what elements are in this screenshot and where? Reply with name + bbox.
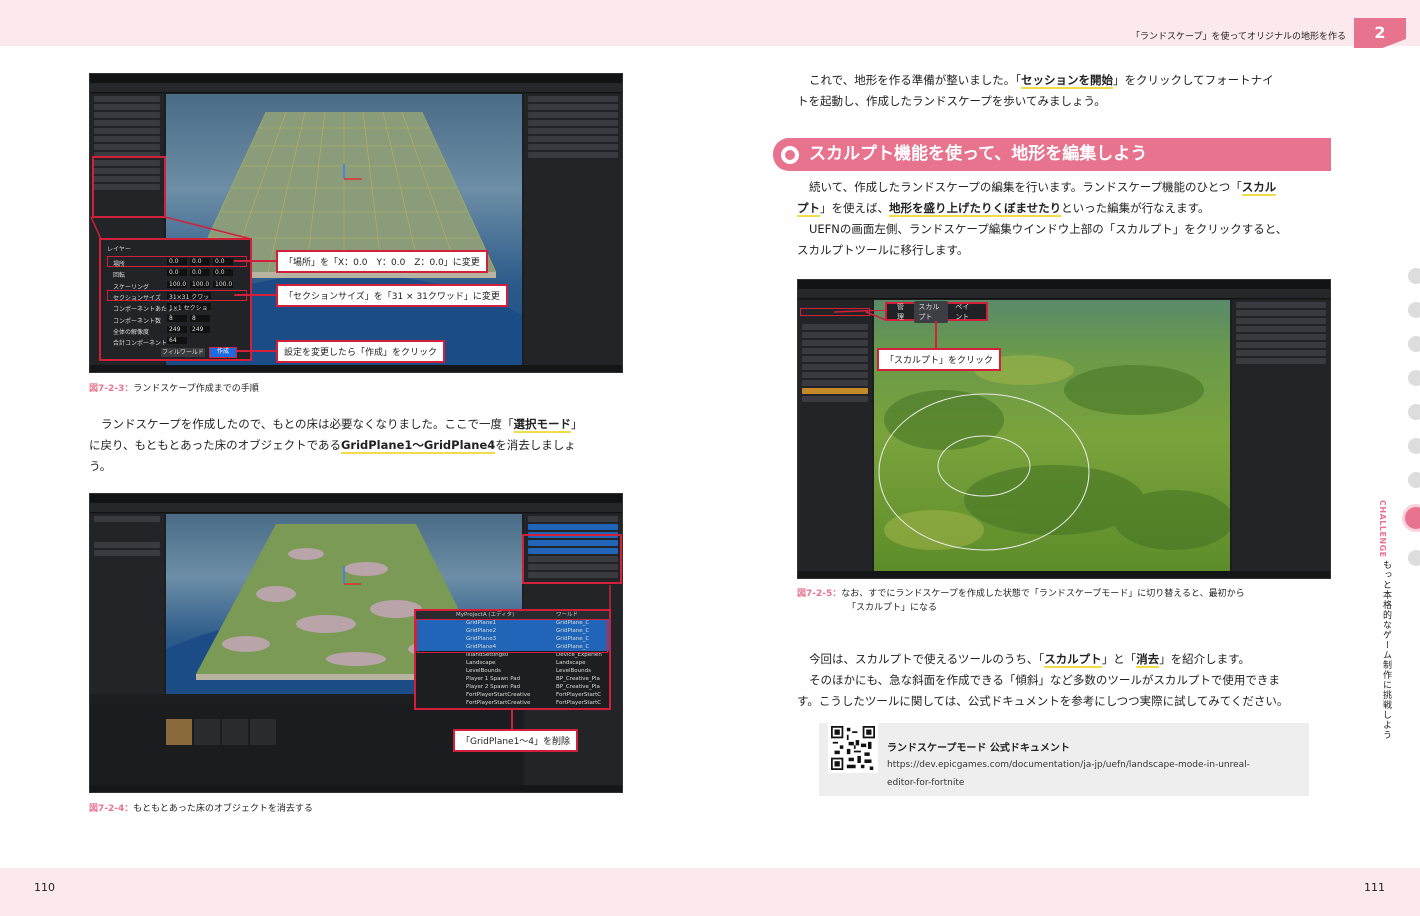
footer-band — [0, 868, 1420, 916]
section-size-label: セクションサイズ — [113, 295, 161, 302]
doc-url[interactable]: https://dev.epicgames.com/documentation/… — [887, 756, 1307, 792]
components-label: コンポーネント数 — [113, 318, 162, 325]
rotation-z[interactable]: 0.0 — [213, 269, 233, 276]
outliner-row-name: FortPlayerStartCreative — [466, 692, 531, 698]
bullet-circle-icon — [781, 146, 799, 164]
chapter-tab-active[interactable] — [1402, 504, 1420, 532]
components-x[interactable]: 8 — [167, 315, 187, 322]
outliner-row-type: FortPlayerStartC — [556, 692, 602, 698]
create-button[interactable]: 作成 — [209, 347, 237, 358]
page-number-left: 110 — [34, 881, 55, 894]
side-label-en: CHALLENGE — [1378, 500, 1387, 558]
outliner-col-type: ワールド — [556, 612, 579, 618]
place-actors-panel — [90, 514, 164, 694]
callout-location: 「場所」を「X：0.0 Y：0.0 Z：0.0」に変更 — [276, 250, 488, 273]
outliner-row-type: LevelBounds — [556, 668, 591, 674]
location-y[interactable]: 0.0 — [190, 258, 210, 265]
page-number-right: 111 — [1364, 881, 1385, 894]
caption-fig-7-2-4: 図7-2-4：もともとあった床のオブジェクトを消去する — [89, 804, 313, 814]
total-components-value: 64 — [167, 337, 187, 344]
outliner-panel — [1232, 300, 1330, 573]
zoomed-outliner: MyProjectA (エディタ) ワールド GridPlane1 GridPla… — [414, 609, 611, 710]
terrain-view — [878, 355, 1230, 551]
outliner-row[interactable]: FortPlayerStartCreative FortPlayerStartC — [416, 691, 609, 699]
outliner-row[interactable]: LevelBounds LevelBounds — [416, 667, 609, 675]
outliner-col-label: MyProjectA (エディタ) — [456, 612, 515, 618]
caption-fig-7-2-3: 図7-2-3：ランドスケープ作成までの手順 — [89, 384, 259, 394]
outliner-row-type: Landscape — [556, 660, 586, 666]
rotation-x[interactable]: 0.0 — [167, 269, 187, 276]
components-per-select[interactable]: 1×1 セクション — [167, 303, 211, 321]
paragraph-tools: 今回は、スカルプトで使えるツールのうち、「スカルプト」と「消去」を紹介します。 … — [797, 652, 1289, 708]
zoomed-layer-panel: レイヤー 場所 0.0 0.0 0.0 回転 0.0 0.0 0.0 スケーリン… — [99, 238, 252, 361]
rotation-label: 回転 — [113, 272, 126, 279]
outliner-row-name: LevelBounds — [466, 668, 501, 674]
section-heading: スカルプト機能を使って、地形を編集しよう — [773, 138, 1331, 171]
chapter-tab[interactable] — [1408, 472, 1420, 488]
outliner-row-name: Player 2 Spawn Pad — [466, 684, 521, 690]
qr-code-icon[interactable] — [828, 723, 878, 773]
chapter-title: 「ランドスケープ」を使ってオリジナルの地形を作る — [1130, 32, 1346, 42]
chapter-tab[interactable] — [1408, 268, 1420, 284]
chapter-tab[interactable] — [1408, 336, 1420, 352]
paragraph-sculpt-intro: 続いて、作成したランドスケープの編集を行います。ランドスケープ機能のひとつ「スカ… — [797, 180, 1288, 257]
callout-delete-gridplanes: 「GridPlane1〜4」を削除 — [453, 729, 579, 752]
outliner-row[interactable]: Landscape Landscape — [416, 659, 609, 667]
location-z[interactable]: 0.0 — [213, 258, 233, 265]
outliner-row-name: Landscape — [466, 660, 496, 666]
viewport — [874, 300, 1230, 573]
scale-x[interactable]: 100.0 — [167, 281, 187, 288]
scale-y[interactable]: 100.0 — [190, 281, 210, 288]
total-components-label: 合計コンポーネント — [113, 340, 168, 347]
chapter-tabs — [1402, 268, 1420, 584]
zoom-connector-lines — [90, 216, 252, 240]
outliner-row-type: BP_Creative_Pla — [556, 676, 600, 682]
outliner-row-type: FortPlayerStartC — [556, 700, 602, 706]
outliner-row-name: Player 1 Spawn Pad — [466, 676, 521, 682]
resolution-y: 249 — [190, 326, 210, 333]
outliner-panel — [524, 94, 622, 367]
outliner-row[interactable]: FortPlayerStartCreative FortPlayerStartC — [416, 699, 609, 707]
zoomed-mode-tabs: 管理 スカルプト ペイント — [885, 300, 988, 323]
tab-paint[interactable]: ペイント — [951, 301, 980, 323]
callout-create: 設定を変更したら「作成」をクリック — [276, 340, 446, 363]
components-y[interactable]: 8 — [190, 315, 210, 322]
caption-fig-7-2-5: 図7-2-5：なお、すでにランドスケープを作成した状態で「ランドスケープモード」… — [797, 589, 1245, 613]
outliner-row-type: BP_Creative_Pla — [556, 684, 600, 690]
scale-z[interactable]: 100.0 — [213, 281, 233, 288]
fill-world-button[interactable]: フィルワールド — [161, 348, 205, 357]
chapter-tab[interactable] — [1408, 302, 1420, 318]
rotation-y[interactable]: 0.0 — [190, 269, 210, 276]
doc-title: ランドスケープモード 公式ドキュメント — [887, 743, 1070, 754]
outliner-row[interactable]: Player 1 Spawn Pad BP_Creative_Pla — [416, 675, 609, 683]
callout-section-size: 「セクションサイズ」を「31 × 31クワッド」に変更 — [276, 284, 508, 307]
location-x[interactable]: 0.0 — [167, 258, 187, 265]
location-label: 場所 — [113, 261, 126, 268]
resolution-label: 全体の解像度 — [113, 329, 150, 336]
doc-link-box: ランドスケープモード 公式ドキュメント https://dev.epicgame… — [819, 723, 1309, 796]
outliner-row[interactable]: Player 2 Spawn Pad BP_Creative_Pla — [416, 683, 609, 691]
highlight-outliner — [522, 534, 622, 584]
callout-click-sculpt: 「スカルプト」をクリック — [877, 348, 1002, 371]
book-spread: 「ランドスケープ」を使ってオリジナルの地形を作る 2 レイヤー 場所 0.0 0… — [0, 0, 1420, 916]
highlight-transform — [92, 156, 166, 218]
zoom-connector-lines-3 — [833, 310, 887, 321]
outliner-row-name: FortPlayerStartCreative — [466, 700, 531, 706]
side-label-jp: もっと本格的なゲーム制作に挑戦しよう — [1381, 560, 1391, 740]
tab-sculpt[interactable]: スカルプト — [914, 300, 949, 323]
chapter-tab[interactable] — [1408, 404, 1420, 420]
tab-manage[interactable]: 管理 — [893, 301, 911, 323]
chapter-tab[interactable] — [1408, 370, 1420, 386]
section-size-select[interactable]: 31×31 クワッド — [167, 292, 211, 310]
chapter-tab[interactable] — [1408, 438, 1420, 454]
resolution-x: 249 — [167, 326, 187, 333]
paragraph-remove-floor: ランドスケープを作成したので、もとの床は必要なくなりました。ここで一度「選択モー… — [89, 417, 583, 473]
chapter-tab[interactable] — [1408, 550, 1420, 566]
paragraph-start-session: これで、地形を作る準備が整いました。「セッションを開始」をクリックしてフォートナ… — [797, 73, 1274, 108]
